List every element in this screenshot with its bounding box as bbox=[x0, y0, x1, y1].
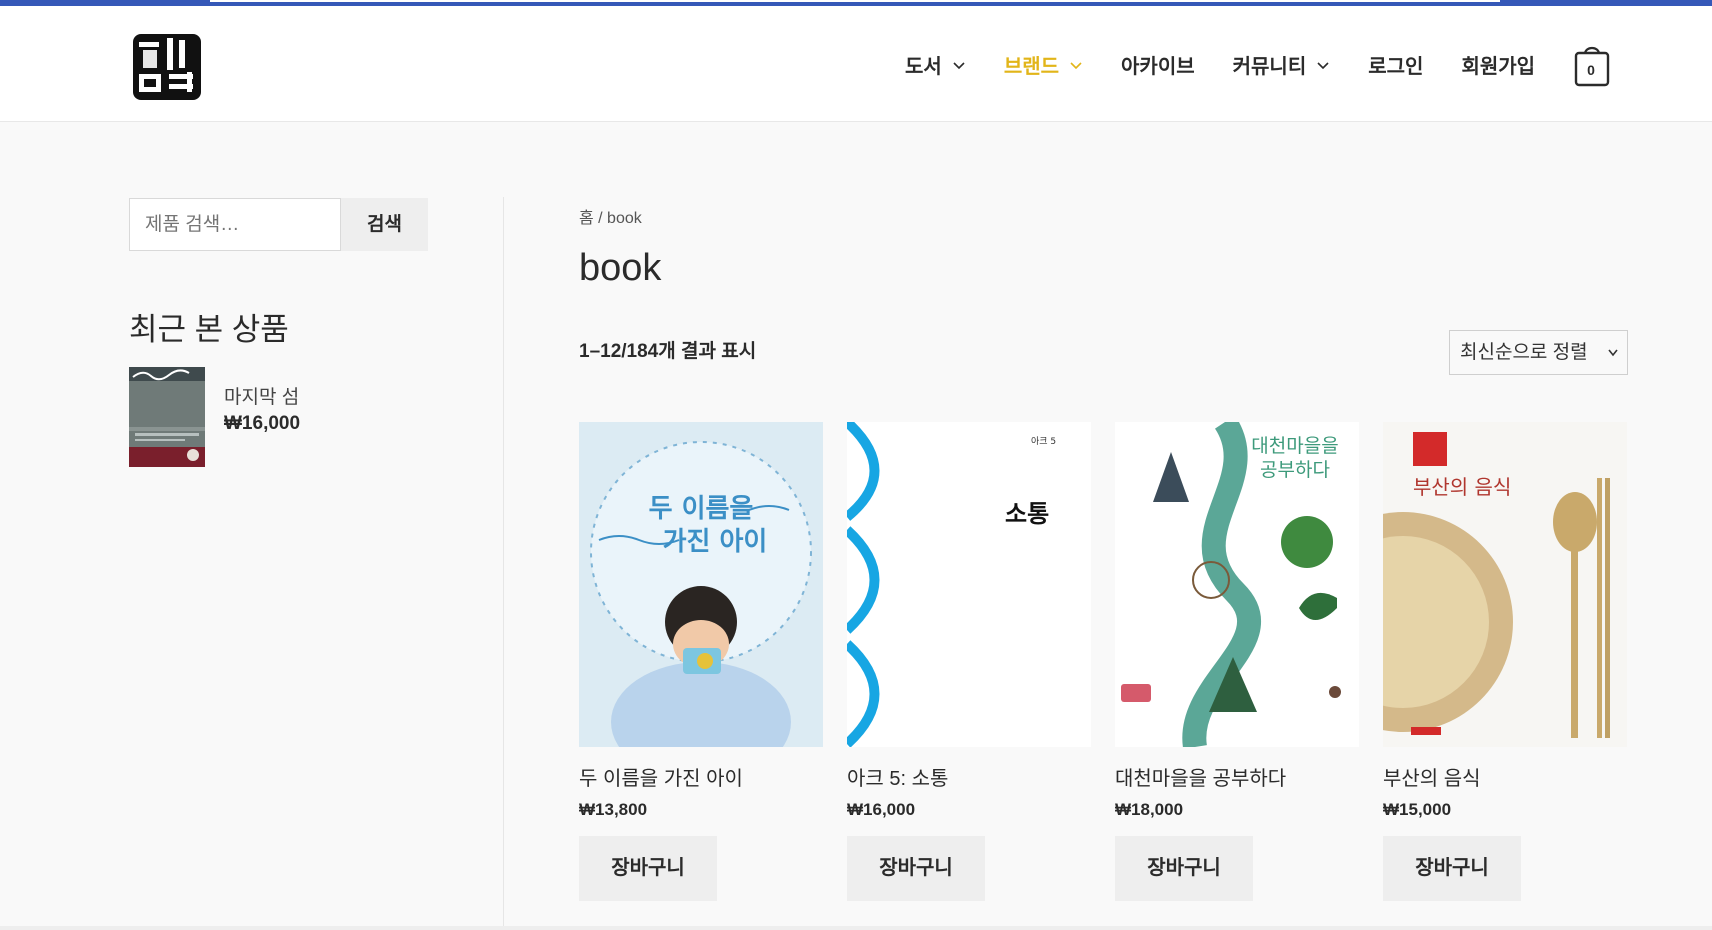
cover-title-line-2: 공부하다 bbox=[1260, 459, 1330, 481]
chevron-down-icon bbox=[1317, 61, 1329, 69]
sidebar-divider bbox=[503, 197, 504, 930]
product-cover[interactable]: 부산의 음식 bbox=[1383, 422, 1627, 747]
chevron-down-icon bbox=[953, 61, 965, 69]
product-search-input[interactable] bbox=[129, 198, 341, 251]
chevron-down-icon bbox=[1070, 61, 1082, 69]
nav-item-label: 아카이브 bbox=[1121, 56, 1195, 78]
nav-item-label: 브랜드 bbox=[1003, 56, 1060, 78]
add-to-cart-button[interactable]: 장바구니 bbox=[579, 836, 717, 901]
recent-product-thumbnail[interactable] bbox=[129, 367, 205, 467]
product-price: ₩16,000 bbox=[847, 800, 916, 819]
product-title[interactable]: 아크 5: 소통 bbox=[847, 762, 948, 791]
book-cover-image: 두 이름을 가진 아이 bbox=[579, 422, 823, 747]
top-bar-highlight bbox=[210, 0, 1500, 2]
nav-item-label: 로그인 bbox=[1368, 56, 1424, 78]
search-button[interactable]: 검색 bbox=[341, 198, 428, 251]
cart-count: 0 bbox=[1587, 62, 1595, 78]
add-to-cart-button[interactable]: 장바구니 bbox=[1383, 836, 1521, 901]
product-title[interactable]: 대천마을을 공부하다 bbox=[1115, 762, 1286, 791]
book-cover-image: 대천마을을 공부하다 bbox=[1115, 422, 1359, 747]
cover-title: 부산의 음식 bbox=[1413, 475, 1511, 499]
page-title: book bbox=[579, 247, 662, 289]
nav-item-community[interactable]: 커뮤니티 bbox=[1233, 50, 1331, 79]
logo-mark bbox=[133, 34, 201, 100]
recent-product-price: ₩16,000 bbox=[224, 413, 301, 434]
cover-title-line-2: 가진 아이 bbox=[663, 527, 768, 557]
recent-products-title: 최근 본 상품 bbox=[129, 312, 289, 347]
cart-button[interactable]: 0 bbox=[1574, 42, 1610, 88]
chevron-down-icon bbox=[1608, 349, 1618, 357]
cover-title-line-1: 두 이름을 bbox=[649, 494, 754, 524]
product-cover[interactable]: 아크 5 소통 bbox=[847, 422, 1091, 747]
book-cover-image: 아크 5 소통 bbox=[847, 422, 1091, 747]
nav-item-login[interactable]: 로그인 bbox=[1368, 50, 1423, 79]
product-card: 아크 5 소통 아크 5: 소통 ₩16,000 장바구니 bbox=[847, 422, 1091, 901]
add-to-cart-button[interactable]: 장바구니 bbox=[847, 836, 985, 901]
nav-item-signup[interactable]: 회원가입 bbox=[1461, 50, 1535, 79]
nav-item-books[interactable]: 도서 bbox=[905, 50, 966, 79]
sort-selected-value: 최신순으로 정렬 bbox=[1460, 342, 1588, 363]
site-logo[interactable] bbox=[129, 28, 205, 106]
product-card: 부산의 음식 부산의 음식 ₩15,000 장바구니 bbox=[1383, 422, 1627, 901]
product-card: 대천마을을 공부하다 대천마을을 공부하다 ₩18,000 장바구니 bbox=[1115, 422, 1359, 901]
product-card: 두 이름을 가진 아이 두 이름을 가진 아이 ₩13,800 장바구니 bbox=[579, 422, 823, 901]
recent-cover-image bbox=[129, 367, 205, 467]
nav-item-brand[interactable]: 브랜드 bbox=[1004, 50, 1083, 79]
sort-select[interactable]: 최신순으로 정렬 bbox=[1449, 330, 1628, 375]
nav-item-label: 회원가입 bbox=[1461, 56, 1536, 78]
product-price: ₩18,000 bbox=[1115, 800, 1184, 819]
recent-product-name[interactable]: 마지막 섬 bbox=[224, 382, 299, 409]
product-price: ₩15,000 bbox=[1383, 800, 1452, 819]
result-count: 1–12/184개 결과 표시 bbox=[579, 341, 757, 362]
site-header: 도서 브랜드 아카이브 커뮤니티 로그인 회원가입 0 bbox=[0, 6, 1712, 122]
breadcrumb[interactable]: 홈 / book bbox=[579, 204, 642, 228]
add-to-cart-button[interactable]: 장바구니 bbox=[1115, 836, 1253, 901]
nav-item-label: 커뮤니티 bbox=[1232, 56, 1307, 78]
cover-title: 소통 bbox=[1005, 500, 1049, 528]
product-cover[interactable]: 대천마을을 공부하다 bbox=[1115, 422, 1359, 747]
book-cover-image: 부산의 음식 bbox=[1383, 422, 1627, 747]
cover-title-line-1: 대천마을을 bbox=[1251, 435, 1338, 457]
product-title[interactable]: 부산의 음식 bbox=[1383, 762, 1481, 791]
nav-item-label: 도서 bbox=[905, 56, 942, 78]
product-price: ₩13,800 bbox=[579, 800, 648, 819]
page-bottom-edge bbox=[0, 926, 1712, 930]
cover-series-label: 아크 5 bbox=[1031, 436, 1056, 447]
product-title[interactable]: 두 이름을 가진 아이 bbox=[579, 762, 743, 791]
main-nav: 도서 브랜드 아카이브 커뮤니티 로그인 회원가입 bbox=[905, 50, 1573, 79]
nav-item-archive[interactable]: 아카이브 bbox=[1121, 50, 1195, 79]
product-cover[interactable]: 두 이름을 가진 아이 bbox=[579, 422, 823, 747]
